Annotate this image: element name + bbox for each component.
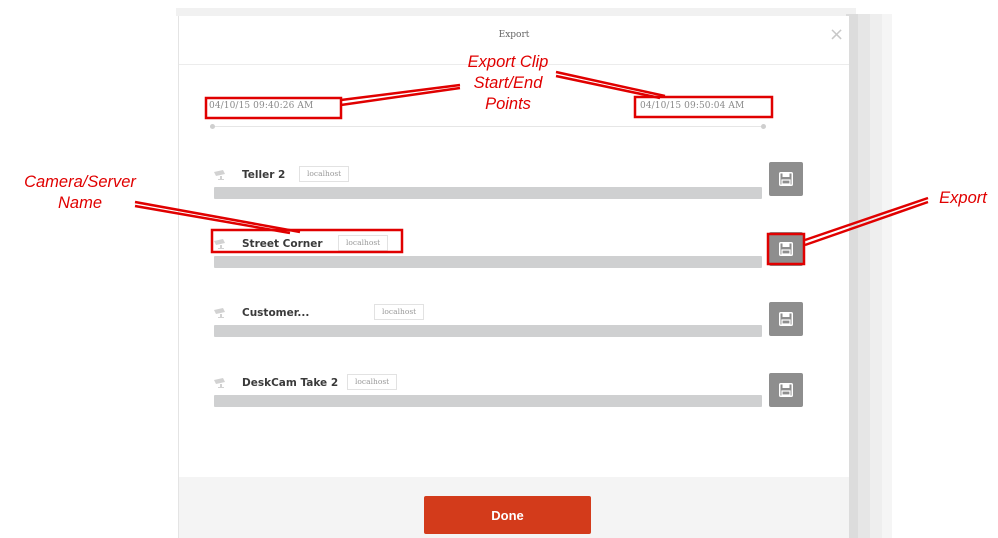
camera-icon — [214, 170, 225, 180]
camera-icon — [214, 378, 225, 388]
dialog-shadow-top — [176, 8, 856, 16]
camera-row: DeskCam Take 2 localhost — [214, 374, 762, 414]
server-badge: localhost — [338, 235, 389, 251]
export-button[interactable] — [769, 232, 803, 266]
server-badge: localhost — [299, 166, 350, 182]
server-badge: localhost — [374, 304, 425, 320]
camera-name: DeskCam Take 2 — [242, 377, 339, 389]
done-button[interactable]: Done — [424, 496, 591, 534]
dialog-shadow — [858, 14, 870, 538]
save-icon — [779, 383, 793, 397]
close-icon[interactable]: × — [829, 26, 844, 44]
save-icon — [779, 312, 793, 326]
export-button[interactable] — [769, 302, 803, 336]
export-button[interactable] — [769, 162, 803, 196]
camera-name: Teller 2 — [242, 169, 286, 181]
clip-start-time: 04/10/15 09:40:26 AM — [209, 101, 314, 111]
export-progress-bar — [214, 187, 762, 199]
annotation-camera-label: Camera/Server Name — [24, 173, 136, 212]
export-button[interactable] — [769, 373, 803, 407]
camera-icon — [214, 239, 225, 249]
camera-row: Teller 2 localhost — [214, 166, 762, 206]
save-icon — [779, 172, 793, 186]
dialog-shadow — [870, 14, 882, 538]
camera-name: Street Corner — [242, 238, 323, 250]
camera-icon — [214, 308, 225, 318]
clip-start-handle[interactable] — [210, 124, 215, 129]
annotation-clip-label: Export Clip Start/End Points — [467, 53, 549, 113]
camera-name: Customer... — [242, 307, 310, 319]
export-progress-bar — [214, 325, 762, 337]
clip-end-time: 04/10/15 09:50:04 AM — [640, 101, 745, 111]
camera-row: Customer... localhost — [214, 304, 762, 344]
dialog-title: Export — [498, 30, 530, 40]
export-progress-bar — [214, 256, 762, 268]
server-badge: localhost — [347, 374, 398, 390]
save-icon — [779, 242, 793, 256]
annotation-export-label: Export — [939, 189, 987, 207]
dialog-shadow — [882, 14, 892, 538]
camera-row: Street Corner localhost — [214, 235, 762, 275]
clip-range-track — [212, 126, 764, 127]
dialog-footer: Done — [179, 477, 849, 538]
export-progress-bar — [214, 395, 762, 407]
clip-end-handle[interactable] — [761, 124, 766, 129]
